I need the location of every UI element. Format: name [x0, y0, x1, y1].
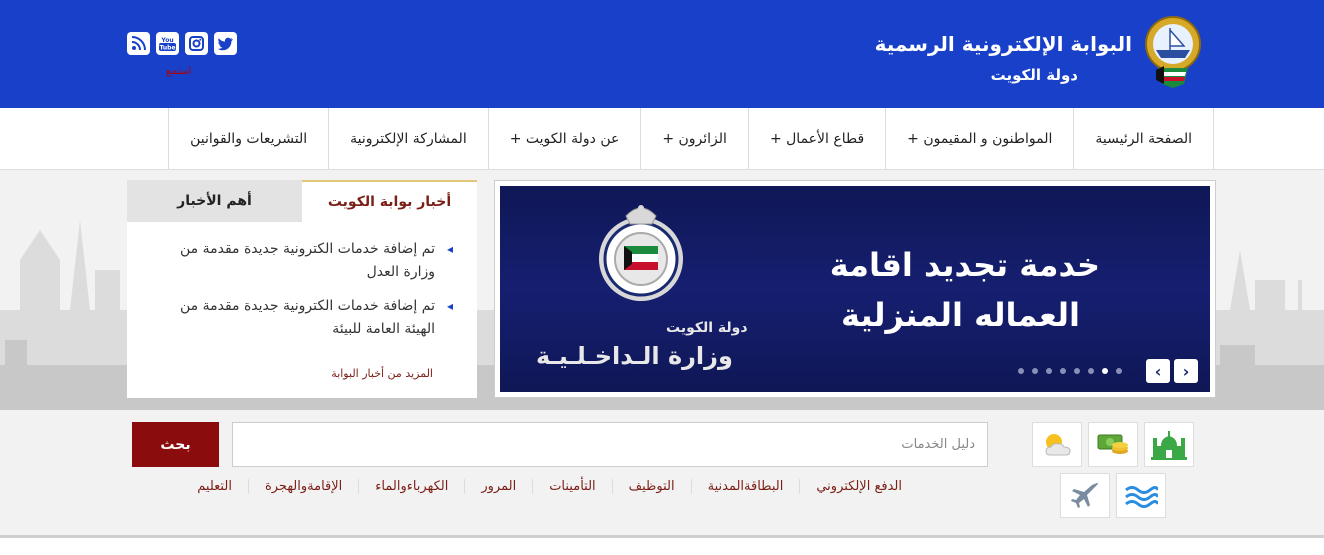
slider-dot[interactable]: [1088, 368, 1094, 374]
service-travel-button[interactable]: [1060, 473, 1110, 518]
slide-ministry-name: وزارة الـداخـلـيـة: [536, 342, 733, 370]
svg-text:Tube: Tube: [159, 45, 175, 52]
slider-dot[interactable]: [1060, 368, 1066, 374]
quick-link-civil-id[interactable]: البطاقةالمدنية: [690, 479, 800, 494]
instagram-button[interactable]: [185, 32, 208, 55]
main-nav: الصفحة الرئيسية المواطنون و المقيمون + ق…: [0, 108, 1324, 170]
twitter-button[interactable]: [214, 32, 237, 55]
tab-portal-news[interactable]: أخبار بوابة الكويت: [302, 180, 477, 222]
instagram-icon: [189, 36, 204, 51]
rss-icon: [131, 36, 146, 51]
quick-links: الدفع الإلكتروني البطاقةالمدنية التوظيف …: [181, 479, 918, 494]
youtube-icon: You Tube: [159, 37, 176, 52]
nav-e-participation[interactable]: المشاركة الإلكترونية: [328, 108, 488, 170]
slider-dot[interactable]: [1018, 368, 1024, 374]
tab-top-news[interactable]: أهم الأخبار: [127, 180, 302, 222]
search-button[interactable]: بحث: [132, 422, 219, 467]
slider-dot[interactable]: [1046, 368, 1052, 374]
slide-headline-line1: خدمة تجديد اقامة: [829, 246, 1100, 284]
social-links: You Tube: [127, 32, 237, 55]
hero-slider[interactable]: خدمة تجديد اقامة العماله المنزلية دولة ا…: [494, 180, 1216, 398]
site-header: البوابة الإلكترونية الرسمية دولة الكويت …: [0, 0, 1324, 108]
service-weather-button[interactable]: [1032, 422, 1082, 467]
slide-ministry-country: دولة الكويت: [666, 320, 748, 336]
money-icon: [1097, 434, 1128, 454]
news-item[interactable]: تم إضافة خدمات الكترونية جديدة مقدمة من …: [163, 295, 453, 341]
slide-headline-line2: العماله المنزلية: [841, 296, 1080, 334]
slider-dot[interactable]: [1032, 368, 1038, 374]
quick-link-traffic[interactable]: المرور: [464, 479, 532, 494]
slider-prev-button[interactable]: ‹: [1146, 359, 1170, 383]
more-news-link[interactable]: المزيد من أخبار البوابة: [331, 367, 433, 380]
services-search-input[interactable]: [232, 422, 988, 467]
news-panel: أخبار بوابة الكويت أهم الأخبار تم إضافة …: [127, 180, 477, 398]
weather-icon: [1045, 433, 1071, 455]
police-badge-icon: [599, 205, 683, 301]
slide-residency-renewal[interactable]: خدمة تجديد اقامة العماله المنزلية دولة ا…: [500, 186, 1210, 392]
quick-link-residency-immigration[interactable]: الإقامةوالهجرة: [247, 479, 358, 494]
svg-text:You: You: [160, 37, 173, 44]
slider-dot[interactable]: [1116, 368, 1122, 374]
twitter-icon: [217, 37, 233, 50]
slider-dots: [1018, 368, 1122, 374]
news-list: تم إضافة خدمات الكترونية جديدة مقدمة من …: [163, 238, 453, 352]
plane-icon: [1071, 482, 1098, 508]
service-water-button[interactable]: [1116, 473, 1166, 518]
slider-next-button[interactable]: ›: [1174, 359, 1198, 383]
quick-link-education[interactable]: التعليم: [181, 479, 248, 494]
quick-link-electricity-water[interactable]: الكهرباءوالماء: [358, 479, 464, 494]
nav-visitors[interactable]: الزائرون +: [640, 108, 748, 170]
quick-link-insurance[interactable]: التأمينات: [532, 479, 611, 494]
kuwait-emblem-icon: [1145, 16, 1201, 88]
rss-button[interactable]: [127, 32, 150, 55]
nav-about-kuwait[interactable]: عن دولة الكويت +: [487, 108, 641, 170]
services-search-band: بحث الدفع الإلكتروني البطاقةالمدنية التو…: [0, 410, 1324, 535]
slider-dot[interactable]: [1074, 368, 1080, 374]
nav-citizens-residents[interactable]: المواطنون و المقيمون +: [885, 108, 1073, 170]
quick-link-e-payment[interactable]: الدفع الإلكتروني: [799, 479, 918, 494]
nav-legislation[interactable]: التشريعات والقوانين: [168, 108, 328, 170]
service-payment-button[interactable]: [1088, 422, 1138, 467]
news-item[interactable]: تم إضافة خدمات الكترونية جديدة مقدمة من …: [163, 238, 453, 284]
site-subtitle: دولة الكويت: [990, 66, 1078, 84]
mosque-icon: [1151, 430, 1187, 460]
quick-link-employment[interactable]: التوظيف: [611, 479, 691, 494]
listen-link[interactable]: استمع: [166, 66, 191, 77]
site-title: البوابة الإلكترونية الرسمية: [874, 32, 1132, 56]
water-waves-icon: [1125, 485, 1158, 508]
service-prayer-button[interactable]: [1144, 422, 1194, 467]
nav-business[interactable]: قطاع الأعمال +: [747, 108, 885, 170]
bottom-strip: [0, 535, 1324, 555]
youtube-button[interactable]: You Tube: [156, 32, 179, 55]
nav-home[interactable]: الصفحة الرئيسية: [1073, 108, 1213, 170]
site-brand[interactable]: البوابة الإلكترونية الرسمية دولة الكويت: [866, 14, 1206, 94]
slider-dot[interactable]: [1102, 368, 1108, 374]
